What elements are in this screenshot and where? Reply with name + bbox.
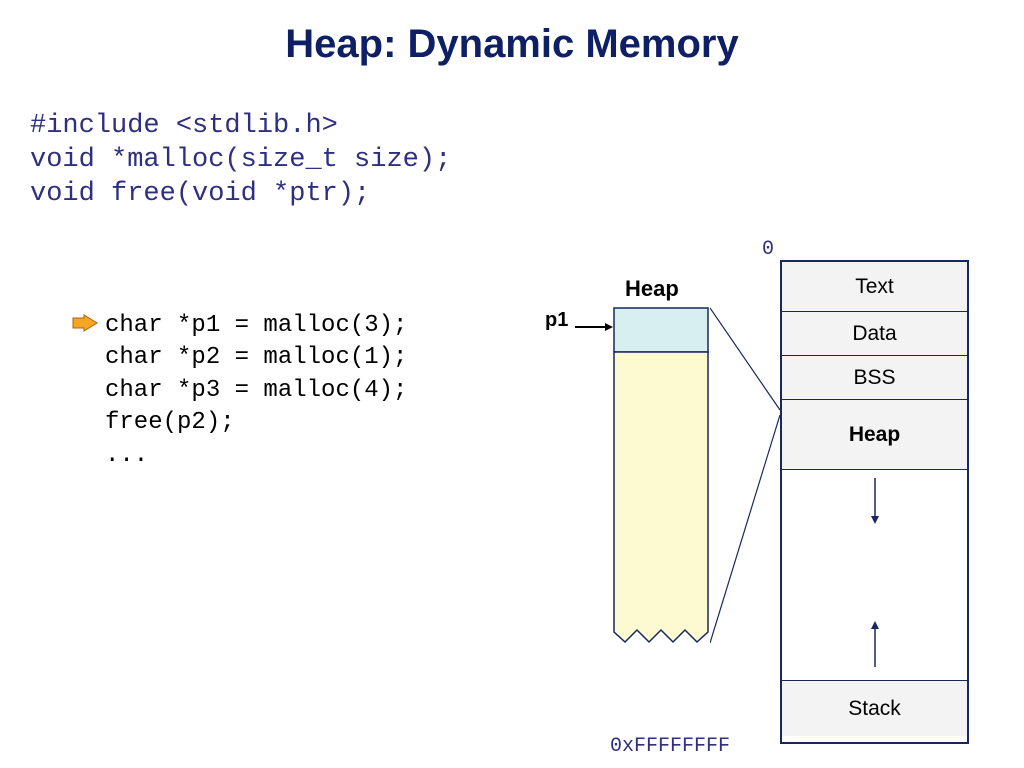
code-example: char *p1 = malloc(3); char *p2 = malloc(…: [105, 310, 407, 472]
p1-arrow-icon: [575, 319, 613, 337]
heap-strip-diagram: [613, 307, 709, 647]
code-declarations: #include <stdlib.h> void *malloc(size_t …: [30, 110, 451, 211]
slide-title: Heap: Dynamic Memory: [0, 22, 1024, 67]
segment-freespace: [782, 470, 967, 681]
address-zero-label: 0: [762, 238, 774, 261]
stack-grow-arrow-icon: [869, 621, 881, 672]
connector-top: [710, 260, 782, 420]
heap-strip-label: Heap: [625, 276, 679, 302]
connector-bottom: [710, 415, 782, 655]
segment-stack: Stack: [782, 681, 967, 736]
segment-bss: BSS: [782, 356, 967, 400]
arrow-bullet-icon: [72, 314, 98, 332]
memory-layout-diagram: Text Data BSS Heap Stack: [780, 260, 969, 744]
p1-pointer-label: p1: [545, 309, 568, 332]
heap-grow-arrow-icon: [869, 478, 881, 529]
segment-data: Data: [782, 312, 967, 356]
segment-text: Text: [782, 262, 967, 312]
address-max-label: 0xFFFFFFFF: [610, 735, 730, 758]
segment-heap: Heap: [782, 400, 967, 470]
